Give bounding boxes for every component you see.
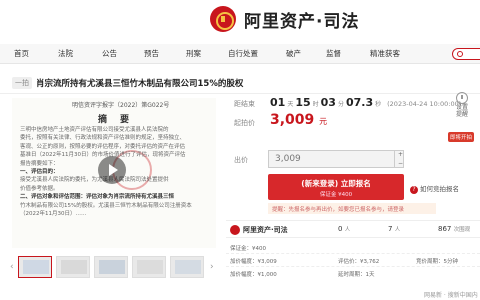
login-notice: 提醒：先报名参与再出价，如要您已报名参与，请登录 xyxy=(268,203,436,214)
thumbnail[interactable] xyxy=(94,256,128,278)
site-header: 阿里资产·司法 xyxy=(0,0,480,44)
detail-increment: 加价幅度：¥3,009 xyxy=(230,259,277,265)
stats-brand-name: 阿里资产·司法 xyxy=(243,226,288,234)
countdown: 01 天 15 时 03 分 07.3 秒 (2023-04-24 10:00:… xyxy=(270,96,461,109)
set-reminder-button[interactable]: 设置 提醒 xyxy=(448,92,476,118)
doc-line: 三明中信房地产土地资产评估有限公司接受尤溪县人民法院的 xyxy=(20,127,169,133)
doc-title: 摘 要 xyxy=(98,115,132,125)
doc-line: （2022年11月30日）…… xyxy=(20,211,87,218)
auction-title: 肖宗流所持有尤溪县三恒竹木制品有限公司15%的股权 xyxy=(36,79,244,89)
doc-line: 委托，按照有关法律、行政法规和资产评估准则的规定，坚持独立、 xyxy=(20,135,186,142)
doc-line: 价值参考依据。 xyxy=(20,185,59,192)
doc-line: 二、评估对象和评估范围：评估对象为肖宗流所持有尤溪县三恒 xyxy=(20,194,175,201)
bid-amount-value: 3,009 xyxy=(275,154,301,164)
nav-item-criminal[interactable]: 刑案 xyxy=(186,48,201,59)
detail-bid-period: 竞价周期：5分钟 xyxy=(416,259,458,265)
countdown-hours-unit: 时 xyxy=(312,101,319,108)
stat-registered-value: 0 xyxy=(338,225,343,233)
countdown-days: 01 xyxy=(270,96,286,109)
countdown-hours: 15 xyxy=(295,96,311,109)
bid-stepper: + − xyxy=(394,150,406,168)
stat-views-unit: 次围观 xyxy=(453,227,471,233)
nav-item-supervision[interactable]: 监督 xyxy=(326,48,341,59)
thumb-prev-icon[interactable]: ‹ xyxy=(10,262,14,272)
nav-item-precise[interactable]: 精准获客 xyxy=(370,48,400,59)
stat-views: 867 次围观 xyxy=(438,225,470,233)
nav-item-home[interactable]: 首页 xyxy=(14,48,29,59)
alarm-clock-icon xyxy=(456,92,468,104)
stat-reminders: 7 人 xyxy=(388,225,400,233)
login-notice-text: 提醒：先报名参与再出价，如要您已报名参与，请登录 xyxy=(272,207,405,213)
register-deposit-text: 保证金 ¥400 xyxy=(319,192,353,198)
auction-round-tag: 一拍 xyxy=(12,77,32,89)
stat-reminders-unit: 人 xyxy=(394,227,401,233)
thumb-next-icon[interactable]: › xyxy=(210,262,214,272)
thumbnail[interactable] xyxy=(18,256,52,278)
court-emblem-icon xyxy=(210,6,236,32)
countdown-days-unit: 天 xyxy=(287,101,294,108)
doc-report-number: 明信资评字报字（2022）第G022号 xyxy=(72,102,170,109)
nav-item-preview[interactable]: 预告 xyxy=(144,48,159,59)
starting-price-value: 3,009 xyxy=(270,112,315,128)
nav-item-self-disposal[interactable]: 自行处置 xyxy=(228,48,258,59)
divider xyxy=(226,266,480,267)
stat-reminders-value: 7 xyxy=(388,225,393,233)
detail-assessed: 评估价：¥3,762 xyxy=(338,259,380,265)
countdown-minutes: 03 xyxy=(320,96,336,109)
bid-increase-button[interactable]: + xyxy=(395,150,406,159)
detail-sell: 加价幅度：¥1,000 xyxy=(230,272,277,278)
thumbnail-strip: ‹ › xyxy=(10,256,216,280)
main-nav: 首页 法院 公告 预告 刑案 自行处置 破产 监督 精准获客 xyxy=(0,44,480,64)
auction-title-bar: 一拍 肖宗流所持有尤溪县三恒竹木制品有限公司15%的股权 xyxy=(0,72,480,94)
register-button[interactable]: (新来登录) 立即报名 保证金 ¥400 xyxy=(268,174,404,200)
reminder-line2: 提醒 xyxy=(455,111,468,118)
stat-views-value: 867 xyxy=(438,225,452,233)
doc-line: 竹木制品有限公司15%的股权。尤溪县三恒竹木制品有限公司注册资本 xyxy=(20,202,192,209)
video-play-button[interactable] xyxy=(98,156,126,184)
stat-registered: 0 人 xyxy=(338,225,350,233)
thumbnail[interactable] xyxy=(170,256,204,278)
search-icon xyxy=(457,51,463,57)
stats-brand: 阿里资产·司法 xyxy=(230,225,288,235)
nav-item-court[interactable]: 法院 xyxy=(58,48,73,59)
watermark: 网易新 · 搜新中国内 xyxy=(424,292,478,299)
nav-item-notice[interactable]: 公告 xyxy=(102,48,117,59)
countdown-seconds-unit: 秒 xyxy=(375,101,382,108)
starting-price-unit: 元 xyxy=(319,117,328,126)
starting-price: 3,009 元 xyxy=(270,112,327,128)
how-to-bid-link[interactable]: ? 如何竞拍报名 xyxy=(410,183,459,194)
stat-registered-unit: 人 xyxy=(344,227,351,233)
bid-decrease-button[interactable]: − xyxy=(395,159,406,168)
detail-delay: 延时周期：1天 xyxy=(338,272,375,278)
price-label: 起拍价 xyxy=(234,119,255,127)
nav-search-box[interactable] xyxy=(452,48,480,60)
how-to-bid-label: 如何竞拍报名 xyxy=(420,185,459,193)
divider xyxy=(226,253,480,254)
nav-item-bankruptcy[interactable]: 破产 xyxy=(286,48,301,59)
countdown-seconds: 07.3 xyxy=(345,96,374,109)
stats-bar: 阿里资产·司法 0 人 7 人 867 次围观 xyxy=(226,220,480,238)
thumbnail[interactable] xyxy=(56,256,90,278)
brand-name: 阿里资产·司法 xyxy=(244,11,360,32)
bid-amount-input[interactable]: 3,009 xyxy=(268,150,404,168)
countdown-label: 距结束 xyxy=(234,100,255,108)
brand[interactable]: 阿里资产·司法 xyxy=(210,6,359,32)
doc-line: 客观、公正的原则，按照必要的评估程序，对委托评估的资产在评估 xyxy=(20,143,186,150)
reminder-line1: 设置 xyxy=(455,104,468,111)
bid-label: 出价 xyxy=(234,156,248,164)
play-icon xyxy=(109,164,118,176)
detail-deposit: 保证金：¥400 xyxy=(230,246,266,252)
brand-logo-icon xyxy=(230,225,240,235)
thumbnail[interactable] xyxy=(132,256,166,278)
countdown-minutes-unit: 分 xyxy=(337,101,344,108)
status-badge: 即将开拍 xyxy=(448,132,475,142)
register-button-label: (新来登录) 立即报名 xyxy=(301,179,371,188)
help-icon: ? xyxy=(410,186,418,194)
